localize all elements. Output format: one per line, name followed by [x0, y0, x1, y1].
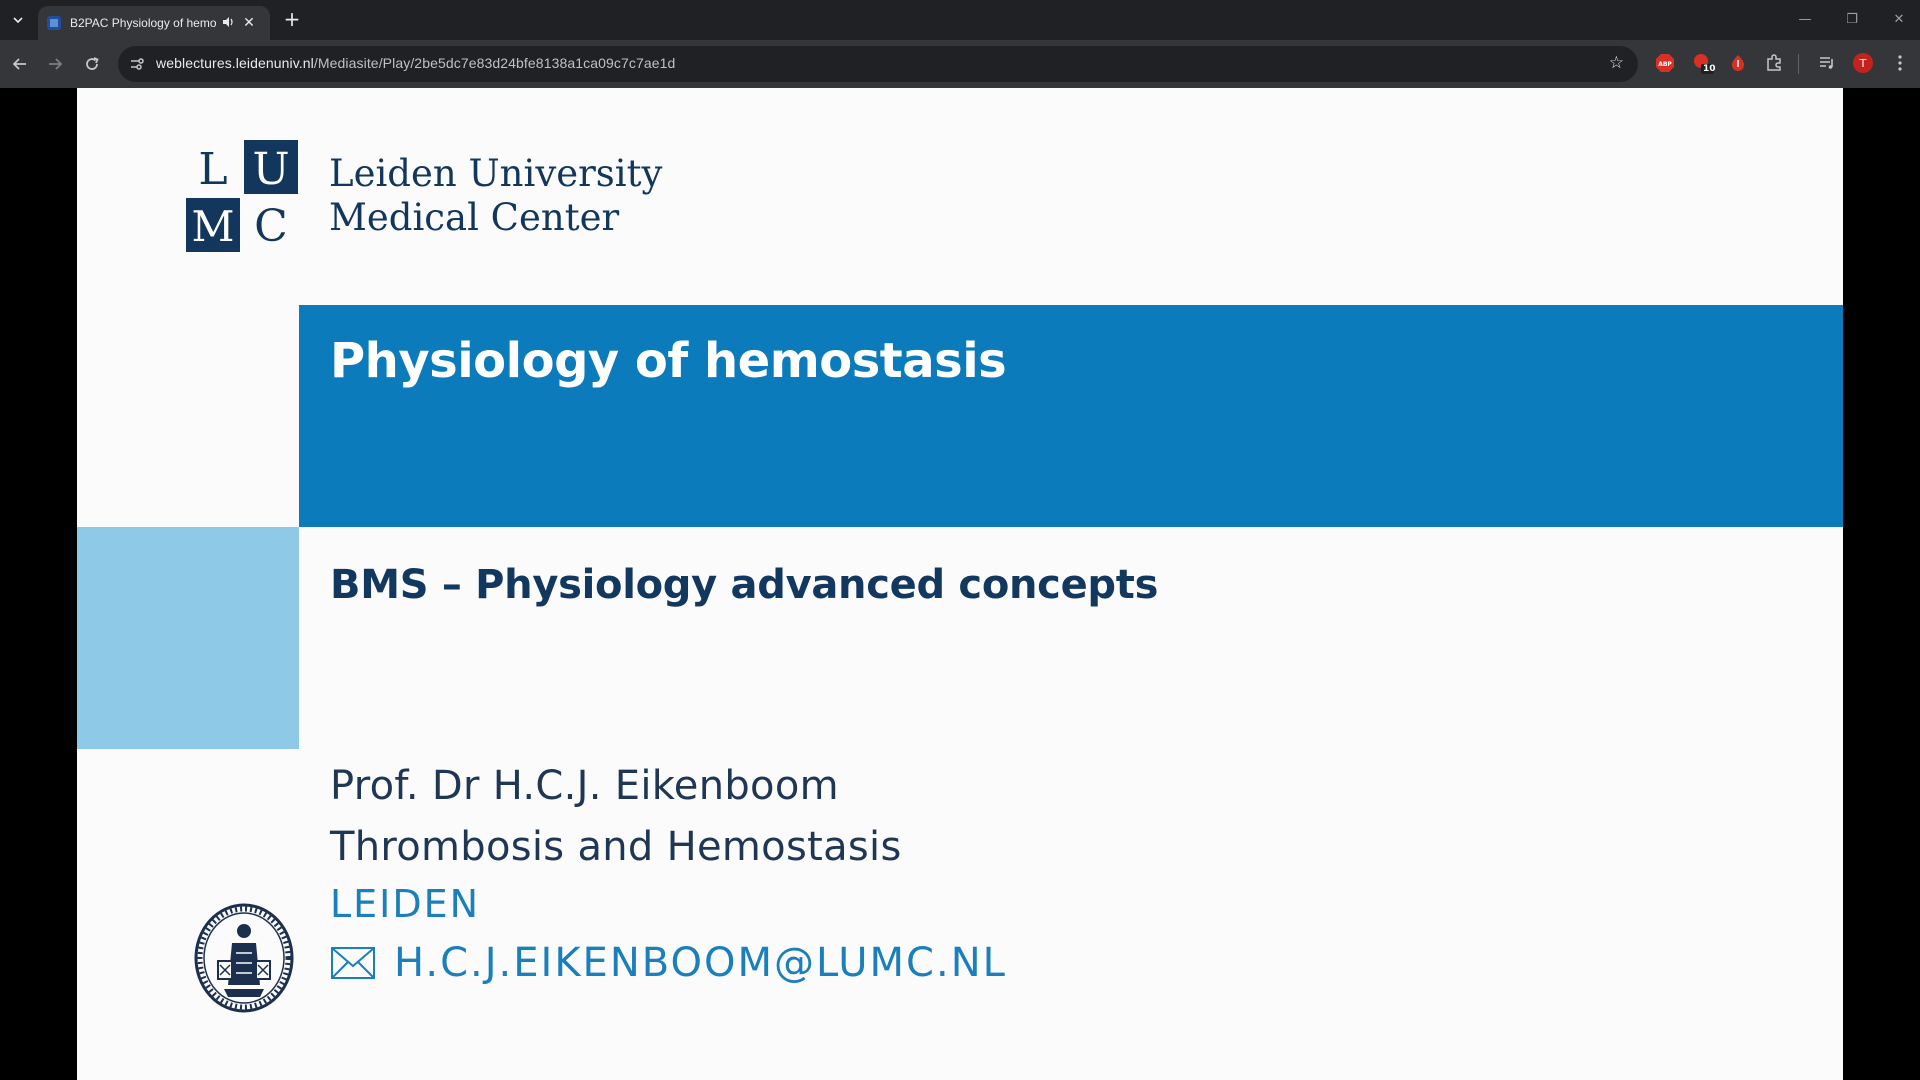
tab-search-button[interactable]: [6, 8, 30, 32]
queue-music-icon: [1820, 57, 1833, 69]
extensions-button[interactable]: [1763, 52, 1785, 74]
browser-toolbar: weblectures.leidenuniv.nl/Mediasite/Play…: [0, 40, 1920, 88]
profile-initial: T: [1859, 57, 1867, 70]
restore-icon[interactable]: ❐: [1840, 8, 1864, 32]
reload-button[interactable]: [80, 52, 104, 76]
logo-letter-c: C: [254, 201, 288, 252]
title-band: Physiology of hemostasis: [299, 305, 1843, 527]
hand-stop-icon: [1732, 55, 1744, 71]
puzzle-icon: [1767, 54, 1781, 71]
logo-letter-u: U: [252, 144, 289, 195]
adblock-label: ABP: [1658, 61, 1672, 68]
browser-menu-button[interactable]: [1889, 52, 1911, 74]
decorative-light-block: [77, 527, 299, 749]
url-path: /Mediasite/Play/2be5dc7e83d24bfe8138a1ca…: [313, 55, 676, 71]
logo-letter-l: L: [198, 144, 227, 195]
presentation-slide: L U M C Leiden University Medical Center…: [77, 88, 1843, 1080]
email-address: H.C.J.EIKENBOOM@LUMC.NL: [394, 940, 1007, 986]
institution-name-line1: Leiden University: [329, 152, 663, 195]
site-info-icon[interactable]: [128, 55, 146, 73]
back-button[interactable]: [8, 52, 32, 76]
forward-button[interactable]: [43, 52, 67, 76]
minimize-icon[interactable]: —: [1793, 8, 1817, 32]
slide-subtitle: BMS – Physiology advanced concepts: [330, 562, 1159, 608]
lumc-logo-icon: L U M C: [186, 140, 298, 252]
url-text: weblectures.leidenuniv.nl/Mediasite/Play…: [156, 55, 675, 71]
institution-name-line2: Medical Center: [329, 196, 620, 239]
new-tab-button[interactable]: +: [280, 8, 304, 32]
email-row: H.C.J.EIKENBOOM@LUMC.NL: [330, 940, 1007, 986]
speaker-icon[interactable]: [218, 16, 238, 31]
profile-avatar[interactable]: T: [1852, 52, 1874, 74]
mediasite-favicon-icon: [46, 15, 62, 31]
toolbar-divider: [1798, 54, 1799, 74]
arrow-right-icon: [49, 58, 63, 70]
envelope-icon: [331, 947, 375, 979]
notification-extension-button[interactable]: 10: [1692, 52, 1716, 74]
active-tab[interactable]: B2PAC Physiology of hemo ✕: [38, 6, 270, 40]
presenter-name: Prof. Dr H.C.J. Eikenboom: [330, 763, 839, 809]
reload-icon: [86, 57, 99, 70]
close-tab-icon[interactable]: ✕: [238, 15, 260, 31]
arrow-left-icon: [12, 58, 26, 70]
chevron-down-icon: [13, 17, 23, 24]
red-extension-button[interactable]: [1727, 52, 1749, 74]
url-host: weblectures.leidenuniv.nl: [156, 55, 314, 71]
department-name: Thrombosis and Hemostasis: [330, 824, 902, 870]
adblock-extension-button[interactable]: ABP: [1654, 52, 1676, 74]
media-control-button[interactable]: [1816, 52, 1838, 74]
avatar-icon: T: [1853, 53, 1873, 73]
extension-badge-count: 10: [1703, 64, 1716, 74]
city-label: LEIDEN: [330, 882, 481, 926]
window-close-icon[interactable]: ✕: [1887, 8, 1911, 32]
logo-letter-m: M: [191, 202, 234, 251]
address-bar[interactable]: weblectures.leidenuniv.nl/Mediasite/Play…: [118, 46, 1638, 82]
adblock-icon: ABP: [1656, 54, 1674, 72]
institution-name: Leiden University Medical Center: [329, 152, 662, 240]
leiden-university-seal-icon: [194, 903, 294, 1013]
video-viewport[interactable]: L U M C Leiden University Medical Center…: [0, 88, 1920, 1080]
tab-title: B2PAC Physiology of hemo: [70, 16, 217, 30]
bookmark-star-icon[interactable]: ☆: [1609, 53, 1624, 73]
kebab-menu-icon: [1898, 55, 1902, 71]
slide-title: Physiology of hemostasis: [330, 333, 1007, 389]
tab-strip: B2PAC Physiology of hemo ✕ + — ❐ ✕: [0, 0, 1920, 40]
